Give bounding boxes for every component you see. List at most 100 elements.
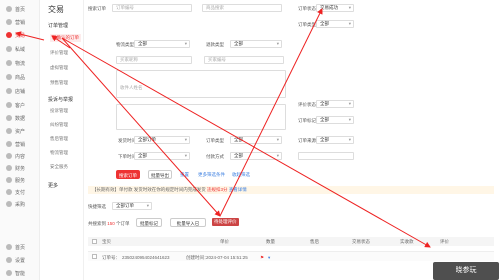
order-type2-label: 订单类型 bbox=[206, 138, 224, 143]
batch-import-button[interactable]: 批量导入已 bbox=[170, 218, 206, 227]
result-count-suffix: 个订单 bbox=[116, 221, 130, 226]
address-textarea[interactable] bbox=[116, 104, 286, 130]
nav-group-complaints[interactable]: 投诉与举报 bbox=[48, 96, 73, 103]
order-mark-select[interactable]: 全部 bbox=[316, 116, 354, 124]
order-type-label: 订单类型 bbox=[298, 22, 316, 27]
nav-group-orders[interactable]: 订单管理 bbox=[48, 22, 68, 29]
notice-warning: 违规扣3分 bbox=[207, 187, 228, 192]
rail-item-marketing[interactable]: 营销 bbox=[6, 17, 25, 27]
nav-item-presale[interactable]: 预售管理 bbox=[50, 80, 68, 86]
rail-item-assets[interactable]: 资产 bbox=[6, 126, 25, 136]
order-no-value: 2350240954024641623 bbox=[122, 255, 170, 260]
customer-icon bbox=[6, 102, 12, 108]
nav-item-reviews[interactable]: 评价管理 bbox=[50, 50, 68, 56]
nav-item-disputes[interactable]: 纠纷管理 bbox=[50, 122, 68, 128]
rail-item-trade[interactable]: 交易 bbox=[6, 30, 25, 40]
order-type-select[interactable]: 全部 bbox=[316, 20, 354, 28]
rail-bottom-ai[interactable]: 智能 bbox=[6, 268, 25, 278]
select-all-checkbox[interactable] bbox=[92, 239, 97, 244]
rail-item-service[interactable]: 服务 bbox=[6, 175, 25, 185]
order-status-label: 订单状态 bbox=[298, 6, 316, 11]
search-orders-button[interactable]: 搜索订单 bbox=[116, 170, 140, 179]
quick-filter-select[interactable]: 全部订单 bbox=[112, 202, 152, 210]
batch-export-button[interactable]: 批量导出 bbox=[148, 170, 172, 179]
rail-bottom-home[interactable]: 首页 bbox=[6, 242, 25, 252]
home-icon bbox=[6, 6, 12, 12]
receiver-textarea[interactable]: 收件人姓名 bbox=[116, 70, 286, 98]
order-source-select[interactable]: 全部 bbox=[316, 136, 354, 144]
rail-item-home[interactable]: 首页 bbox=[6, 4, 25, 14]
nav-item-logistics[interactable]: 物流管理 bbox=[50, 150, 68, 156]
rail-item-goods[interactable]: 商品 bbox=[6, 72, 25, 82]
rail-item-promo[interactable]: 营销 bbox=[6, 139, 25, 149]
order-type2-select[interactable]: 全部 bbox=[230, 136, 282, 144]
rail-item-data[interactable]: 数据 bbox=[6, 113, 25, 123]
notice-mid: 发货时效在你的规定时间内完成发货 bbox=[133, 187, 206, 192]
nav-item-virtual[interactable]: 虚拟管理 bbox=[50, 65, 68, 71]
table-row[interactable]: 订单号： 2350240954024641623 创建时间： 2024-07-0… bbox=[88, 251, 494, 261]
purchase-icon bbox=[6, 201, 12, 207]
logistics-type-select[interactable]: 全部 bbox=[134, 40, 190, 48]
rail-item-pay[interactable]: 支付 bbox=[6, 187, 25, 197]
rail-bottom-settings[interactable]: 设置 bbox=[6, 255, 25, 265]
pending-review-button[interactable]: 待处理评价 bbox=[212, 218, 239, 226]
reset-link[interactable]: 重置 bbox=[180, 172, 189, 178]
nav-item-aftersale[interactable]: 售后管理 bbox=[50, 136, 68, 142]
service-icon bbox=[6, 177, 12, 183]
col-qty: 数量 bbox=[266, 239, 275, 244]
goods-search-input[interactable]: 商品搜索 bbox=[202, 4, 282, 12]
nav-more[interactable]: 更多 bbox=[48, 182, 58, 189]
finance-icon bbox=[6, 165, 12, 171]
col-price: 单价 bbox=[220, 239, 229, 244]
order-number-input[interactable]: 订单编号 bbox=[112, 4, 192, 12]
buyer-id-input[interactable]: 买家编号 bbox=[204, 56, 284, 64]
table-header: 宝贝 单价 数量 售后 交易状态 实收款 评价 bbox=[88, 237, 494, 246]
rail-item-logistics[interactable]: 物流 bbox=[6, 58, 25, 68]
chevron-down-icon[interactable]: ▾ bbox=[268, 255, 270, 261]
rail-item-customer[interactable]: 客户 bbox=[6, 100, 25, 110]
order-time-select[interactable]: 全部 bbox=[134, 152, 190, 160]
ship-time-select[interactable]: 全部订单 bbox=[134, 136, 190, 144]
notice-prefix: 【长期有效】单付款 bbox=[92, 187, 133, 192]
row-checkbox[interactable] bbox=[92, 254, 97, 259]
col-item: 宝贝 bbox=[102, 239, 111, 244]
col-paid: 实收款 bbox=[400, 239, 414, 244]
rail-item-content[interactable]: 内容 bbox=[6, 151, 25, 161]
home-icon bbox=[6, 244, 12, 250]
quick-filter-label: 快捷筛选 bbox=[88, 204, 106, 209]
notice-detail-link[interactable]: 查看详情 bbox=[229, 187, 247, 192]
app-rail: 首页 营销 交易 私域 物流 商品 店铺 客户 数据 资产 营销 内容 财务 服… bbox=[0, 0, 40, 280]
nav-item-confirmed-orders[interactable]: 已确认的订单 bbox=[50, 34, 81, 42]
buyer-nick-input[interactable]: 买家昵称 bbox=[116, 56, 192, 64]
rail-item-purchase[interactable]: 采购 bbox=[6, 199, 25, 209]
nav-item-complaints[interactable]: 投诉管理 bbox=[50, 108, 68, 114]
collapse-filters-link[interactable]: 收起筛选 bbox=[232, 172, 250, 178]
rail-item-finance[interactable]: 财务 bbox=[6, 163, 25, 173]
search-orders-label: 搜索订单 bbox=[88, 6, 106, 11]
assets-icon bbox=[6, 128, 12, 134]
more-filters-link[interactable]: 更多筛选条件 bbox=[198, 172, 225, 178]
order-no-label: 订单号： bbox=[102, 255, 120, 260]
order-source-label: 订单来源 bbox=[298, 138, 316, 143]
review-status-label: 评价状态 bbox=[298, 102, 316, 107]
trade-icon bbox=[6, 32, 12, 38]
notice-bar: 【长期有效】单付款 发货时效在你的规定时间内完成发货 违规扣3分 查看详情 bbox=[88, 186, 494, 194]
flag-icon[interactable]: ⚑ bbox=[260, 255, 264, 261]
payment-select[interactable]: 全部 bbox=[230, 152, 282, 160]
refund-type-select[interactable]: 全部 bbox=[230, 40, 282, 48]
payment-label: 付款方式 bbox=[206, 154, 224, 159]
secondary-nav: 交易 订单管理 已确认的订单 评价管理 虚拟管理 预售管理 投诉与举报 投诉管理… bbox=[40, 0, 84, 280]
extra-filter-input[interactable] bbox=[298, 152, 354, 160]
content-icon bbox=[6, 153, 12, 159]
col-review: 评价 bbox=[440, 239, 449, 244]
batch-mark-button[interactable]: 批量标记 bbox=[136, 218, 162, 227]
rail-item-private[interactable]: 私域 bbox=[6, 44, 25, 54]
goods-icon bbox=[6, 74, 12, 80]
nav-item-security[interactable]: 安全服务 bbox=[50, 164, 68, 170]
ai-icon bbox=[6, 270, 12, 276]
shop-icon bbox=[6, 88, 12, 94]
rail-item-shop[interactable]: 店铺 bbox=[6, 86, 25, 96]
gear-icon bbox=[6, 257, 12, 263]
order-status-select[interactable]: 交易成功 bbox=[316, 4, 354, 12]
review-status-select[interactable]: 全部 bbox=[316, 100, 354, 108]
